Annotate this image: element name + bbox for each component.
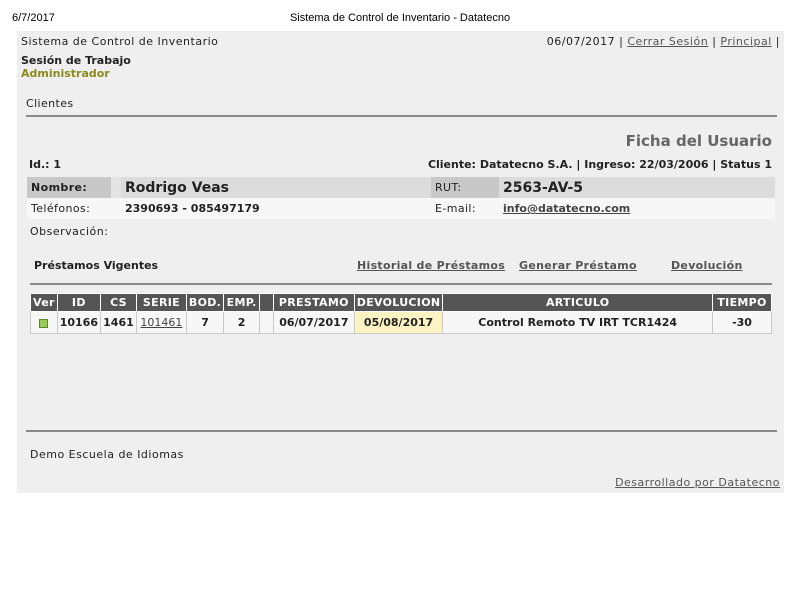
col-ver: Ver xyxy=(30,293,58,312)
app-title: Sistema de Control de Inventario xyxy=(21,35,219,48)
section-label: Clientes xyxy=(26,97,74,110)
loans-table: Ver ID CS SERIE BOD. EMP. PRESTAMO DEVOL… xyxy=(30,293,772,334)
cell-tiempo: -30 xyxy=(712,311,772,334)
col-tiempo: TIEMPO xyxy=(712,293,772,312)
session-label: Sesión de Trabajo xyxy=(21,54,131,67)
info-separator: | xyxy=(576,158,581,171)
loans-title: Préstamos Vigentes xyxy=(34,259,159,272)
observacion-label: Observación: xyxy=(30,225,109,238)
nombre-value: Rodrigo Veas xyxy=(121,177,431,198)
col-id: ID xyxy=(56,293,101,312)
col-cs: CS xyxy=(99,293,137,312)
email-label: E-mail: xyxy=(431,198,499,219)
telefonos-label: Teléfonos: xyxy=(27,198,111,219)
logout-link[interactable]: Cerrar Sesión xyxy=(627,35,708,48)
nav-separator: | xyxy=(712,35,717,48)
cell-articulo: Control Remoto TV IRT TCR1424 xyxy=(442,311,714,334)
status-value: 1 xyxy=(764,158,772,171)
serie-link[interactable]: 101461 xyxy=(140,316,182,329)
col-blank xyxy=(259,293,274,312)
col-devolucion: DEVOLUCION xyxy=(353,293,444,312)
print-title: Sistema de Control de Inventario - Datat… xyxy=(289,12,511,24)
divider xyxy=(26,115,777,117)
col-bod: BOD. xyxy=(185,293,225,312)
cell-serie: 101461 xyxy=(135,311,187,334)
user-id: Id.: 1 xyxy=(29,158,61,171)
col-emp: EMP. xyxy=(223,293,261,312)
col-serie: SERIE xyxy=(135,293,187,312)
top-nav: 06/07/2017 | Cerrar Sesión | Principal | xyxy=(547,35,780,48)
col-prestamo: PRESTAMO xyxy=(272,293,355,312)
email-cell: info@datatecno.com xyxy=(499,198,775,219)
ver-cell xyxy=(30,311,58,334)
loans-header-row: Ver ID CS SERIE BOD. EMP. PRESTAMO DEVOL… xyxy=(30,293,772,312)
client-value: Datatecno S.A. xyxy=(479,158,573,171)
current-date: 06/07/2017 xyxy=(546,35,616,48)
view-square-icon[interactable] xyxy=(39,318,49,328)
user-info-table: Nombre: Rodrigo Veas RUT: 2563-AV-5 Telé… xyxy=(27,177,775,219)
nav-separator: | xyxy=(619,35,624,48)
telefonos-value: 2390693 - 085497179 xyxy=(121,198,431,219)
ingreso-value: 22/03/2006 xyxy=(639,158,709,171)
print-header: 6/7/2017 Sistema de Control de Inventari… xyxy=(0,0,800,26)
divider xyxy=(30,283,772,285)
table-row: 10166 1461 101461 7 2 06/07/2017 05/08/2… xyxy=(30,311,772,334)
id-label: Id.: xyxy=(29,158,50,171)
client-info: Cliente: Datatecno S.A. | Ingreso: 22/03… xyxy=(428,158,772,171)
rut-value: 2563-AV-5 xyxy=(499,177,775,198)
user-info-row: Nombre: Rodrigo Veas RUT: 2563-AV-5 xyxy=(27,177,775,198)
cell-spacer xyxy=(111,177,121,198)
info-separator: | xyxy=(712,158,717,171)
developer-link[interactable]: Desarrollado por Datatecno xyxy=(615,476,780,489)
return-link[interactable]: Devolución xyxy=(671,259,743,272)
cell-cs: 1461 xyxy=(99,311,137,334)
cell-devolucion: 05/08/2017 xyxy=(353,311,444,334)
cell-blank xyxy=(259,311,274,334)
cell-id: 10166 xyxy=(56,311,101,334)
cell-emp: 2 xyxy=(223,311,261,334)
cell-prestamo: 06/07/2017 xyxy=(272,311,355,334)
id-value: 1 xyxy=(53,158,62,171)
page-container: Sistema de Control de Inventario 06/07/2… xyxy=(17,31,784,493)
ingreso-label: Ingreso: xyxy=(584,158,636,171)
cell-bod: 7 xyxy=(185,311,225,334)
divider xyxy=(26,430,777,432)
cell-spacer xyxy=(111,198,121,219)
generate-loan-link[interactable]: Generar Préstamo xyxy=(519,259,637,272)
session-role: Administrador xyxy=(21,67,110,80)
home-link[interactable]: Principal xyxy=(720,35,771,48)
status-label: Status xyxy=(720,158,761,171)
col-articulo: ARTICULO xyxy=(442,293,714,312)
nav-separator: | xyxy=(775,35,780,48)
rut-label: RUT: xyxy=(431,177,499,198)
footer-school: Demo Escuela de Idiomas xyxy=(30,448,184,461)
loan-history-link[interactable]: Historial de Préstamos xyxy=(357,259,505,272)
nombre-label: Nombre: xyxy=(27,177,111,198)
user-info-row: Teléfonos: 2390693 - 085497179 E-mail: i… xyxy=(27,198,775,219)
ficha-title: Ficha del Usuario xyxy=(625,132,772,150)
client-label: Cliente: xyxy=(427,158,476,171)
email-link[interactable]: info@datatecno.com xyxy=(503,202,630,215)
